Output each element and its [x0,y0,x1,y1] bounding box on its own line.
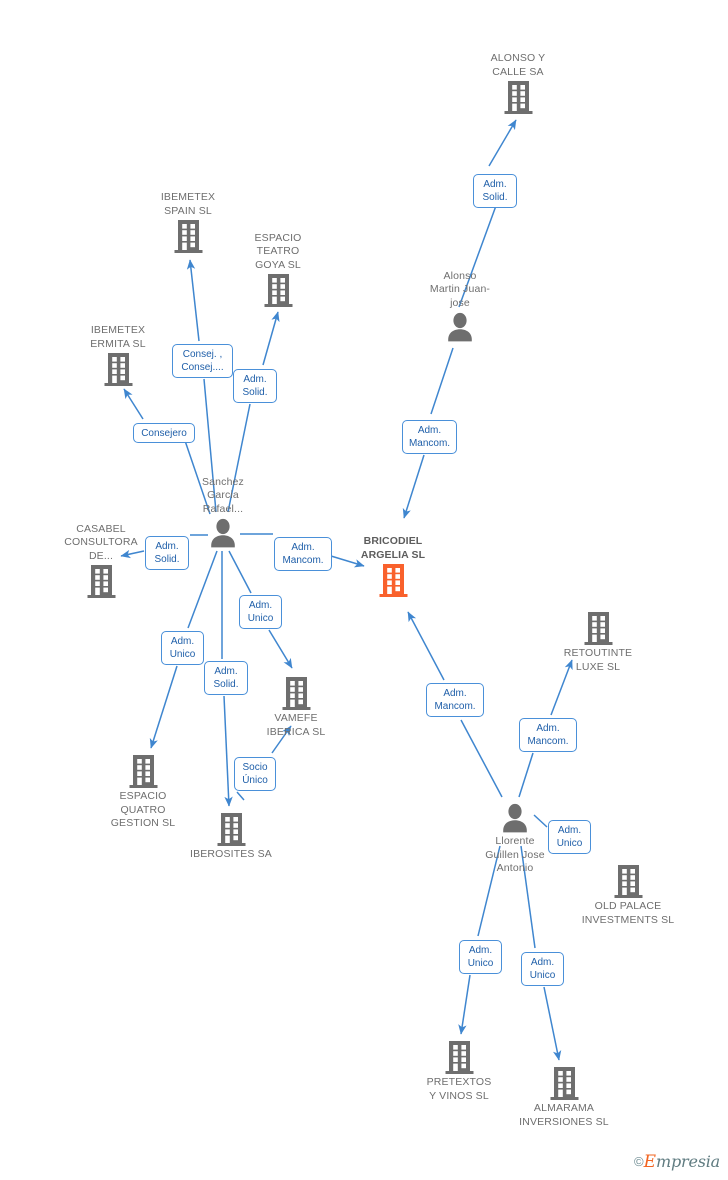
node-label: BRICODIEL ARGELIA SL [360,535,426,561]
building-icon[interactable] [549,1066,580,1101]
edge-label-lbl_iberosites[interactable]: Adm. Solid. [204,661,248,695]
edge-sanchez_garcia-to-vamefe [228,550,252,594]
network-diagram-canvas: ALONSO Y CALLE SA IBEMETEX SPAIN SL ESPACI… [0,0,728,1180]
node-label: Alonso Martin Juan- jose [429,269,491,309]
edge-label-lbl_alonso_mancom[interactable]: Adm. Mancom. [402,420,457,454]
building-icon[interactable] [216,812,247,847]
edge-label-lbl_consejero[interactable]: Consejero [133,423,195,443]
node-iberosites[interactable]: IBEROSITES SA [161,811,301,862]
node-old_palace[interactable]: OLD PALACE INVESTMENTS SL [558,863,698,927]
edge-sanchez_garcia-to-espacio_goya [262,311,280,366]
building-icon[interactable] [128,754,159,789]
node-almarama[interactable]: ALMARAMA INVERSIONES SL [494,1065,634,1129]
building-icon[interactable] [444,1040,475,1075]
edge-sanchez_garcia-to-vamefe [268,629,293,669]
node-label: ALONSO Y CALLE SA [490,52,546,78]
edge-label-lbl_almarama[interactable]: Adm. Unico [521,952,564,986]
edge-alonso_martin-to-bricodiel [430,347,454,415]
node-label: IBEROSITES SA [190,848,272,860]
edge-label-lbl_vamefe[interactable]: Adm. Unico [239,595,282,629]
person-icon[interactable] [500,802,530,834]
edge-label-lbl_old_palace[interactable]: Adm. Unico [548,820,591,854]
edge-llorente-to-pretextos [458,974,471,1035]
edge-label-lbl_espacio_quatro[interactable]: Adm. Unico [161,631,204,665]
edge-label-lbl_pretextos[interactable]: Adm. Unico [459,940,502,974]
node-bricodiel[interactable]: BRICODIEL ARGELIA SL [323,535,463,598]
building-icon[interactable] [263,273,294,308]
node-alonso_martin[interactable]: Alonso Martin Juan- jose [390,270,530,344]
edge-label-lbl_retoutinte[interactable]: Adm. Mancom. [519,718,577,752]
node-espacio_goya[interactable]: ESPACIO TEATRO GOYA SL [208,232,348,309]
node-label: VAMEFE IBERICA SL [266,712,326,738]
node-retoutinte[interactable]: RETOUTINTE LUXE SL [528,610,668,674]
building-icon[interactable] [103,352,134,387]
person-icon[interactable] [445,311,475,343]
person-icon[interactable] [208,517,238,549]
node-alonso_calle[interactable]: ALONSO Y CALLE SA [448,52,588,115]
edge-llorente-to-bricodiel [407,611,445,681]
node-ibemetex_ermita[interactable]: IBEMETEX ERMITA SL [48,324,188,387]
edge-llorente-to-retoutinte [518,752,534,798]
edge-alonso_martin-to-bricodiel [402,454,425,519]
edge-sanchez_garcia-to-ibemetex_ermita [123,388,144,420]
edge-label-lbl_sanchez_mancom[interactable]: Adm. Mancom. [274,537,332,571]
edge-llorente-to-bricodiel [460,719,503,798]
edge-llorente-to-almarama [543,986,562,1061]
node-label: ALMARAMA INVERSIONES SL [519,1102,609,1128]
edge-label-lbl_socio_unico[interactable]: Socio Único [234,757,276,791]
building-icon[interactable] [173,219,204,254]
empresia-watermark: ©Empresia [634,1152,720,1172]
building-icon[interactable] [613,864,644,899]
node-label: Sanchez Garcia Rafael... [202,475,244,515]
building-icon[interactable] [583,611,614,646]
edge-label-lbl_alonso_calle[interactable]: Adm. Solid. [473,174,517,208]
edge-alonso_martin-to-alonso_calle [488,119,517,167]
edge-sanchez_garcia-to-ibemetex_spain [186,259,200,342]
brand-initial: E [643,1152,656,1172]
edge-label-lbl_goya[interactable]: Adm. Solid. [233,369,277,403]
node-label: RETOUTINTE LUXE SL [563,647,633,673]
building-icon[interactable] [503,80,534,115]
node-label: IBEMETEX ERMITA SL [90,324,146,350]
node-label: IBEMETEX SPAIN SL [160,191,216,217]
edge-sanchez_garcia-to-espacio_quatro [149,665,178,749]
building-icon[interactable] [86,564,117,599]
node-label: ESPACIO TEATRO GOYA SL [254,231,302,271]
brand-name: mpresia [656,1152,720,1171]
building-icon[interactable] [378,563,409,598]
edge-label-lbl_consej[interactable]: Consej. , Consej.... [172,344,233,378]
edge-label-lbl_casabel[interactable]: Adm. Solid. [145,536,189,570]
building-icon[interactable] [281,676,312,711]
edge-sanchez_garcia-to-espacio_quatro [187,550,218,629]
edge-iberosites-to-vamefe [236,791,245,801]
edge-label-lbl_bricodiel_llor[interactable]: Adm. Mancom. [426,683,484,717]
copyright-icon: © [633,1154,644,1169]
node-label: OLD PALACE INVESTMENTS SL [581,900,675,926]
